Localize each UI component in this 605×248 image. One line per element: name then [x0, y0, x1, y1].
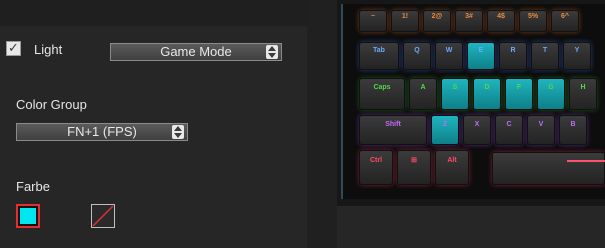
key-row3-4[interactable]: F [505, 78, 533, 110]
color-group-label: Color Group [16, 97, 87, 112]
key-row1-4[interactable]: 4$ [487, 10, 515, 32]
key-row5-1[interactable]: ⊞ [397, 150, 431, 185]
key-row3-6[interactable]: H [569, 78, 597, 110]
key-row1-0[interactable]: ~ [359, 10, 387, 32]
key-row2-2[interactable]: W [435, 42, 463, 70]
key-row3-1[interactable]: A [409, 78, 437, 110]
mode-select[interactable]: Game Mode [110, 43, 282, 61]
key-row4-1[interactable]: Z [431, 115, 459, 145]
panel-header-strip [0, 0, 307, 26]
key-row5-0[interactable]: Ctrl [359, 150, 393, 185]
diagonal-slash-icon [92, 205, 114, 227]
keyboard-preview: ~1! 2@ 3# 4$ 5% 6^ Tab Q W E R T Y Caps A S D F G H Shift Z X C… [337, 0, 605, 248]
key-row4-2[interactable]: X [463, 115, 491, 145]
panel-divider [307, 0, 337, 248]
mode-select-value: Game Mode [160, 44, 232, 59]
light-label: Light [34, 42, 63, 57]
key-row2-5[interactable]: T [531, 42, 559, 70]
key-row2-1[interactable]: Q [403, 42, 431, 70]
key-row3-5[interactable]: G [537, 78, 565, 110]
key-row1-6[interactable]: 6^ [551, 10, 579, 32]
key-row2-6[interactable]: Y [563, 42, 591, 70]
light-checkbox[interactable]: ✓ [6, 41, 21, 56]
farbe-label: Farbe [16, 179, 50, 194]
key-row4-0[interactable]: Shift [359, 115, 427, 145]
up-down-arrows-icon [266, 45, 278, 59]
key-row3-2[interactable]: S [441, 78, 469, 110]
key-row4-4[interactable]: V [527, 115, 555, 145]
up-down-arrows-icon [172, 125, 184, 139]
key-row3-3[interactable]: D [473, 78, 501, 110]
color-swatch-none[interactable] [91, 204, 115, 228]
check-icon: ✓ [8, 41, 19, 56]
key-row4-3[interactable]: C [495, 115, 523, 145]
key-row2-4[interactable]: R [499, 42, 527, 70]
key-row2-0[interactable]: Tab [359, 42, 399, 70]
space-bar-key[interactable] [492, 152, 605, 185]
key-row1-5[interactable]: 5% [519, 10, 547, 32]
key-row5-2[interactable]: Alt [435, 150, 469, 185]
settings-panel: ✓ Light Game Mode Color Group FN+1 (FPS)… [0, 0, 307, 248]
key-row2-3[interactable]: E [467, 42, 495, 70]
key-row4-5[interactable]: B [559, 115, 587, 145]
wrist-rest [337, 206, 605, 248]
color-swatch-cyan[interactable] [16, 204, 40, 228]
key-row1-2[interactable]: 2@ [423, 10, 451, 32]
swatch-fill [20, 208, 36, 224]
color-group-value: FN+1 (FPS) [67, 124, 137, 139]
color-group-select[interactable]: FN+1 (FPS) [16, 123, 188, 141]
key-row1-3[interactable]: 3# [455, 10, 483, 32]
key-row1-1[interactable]: 1! [391, 10, 419, 32]
space-bar-light [567, 160, 605, 162]
key-row3-0[interactable]: Caps [359, 78, 405, 110]
